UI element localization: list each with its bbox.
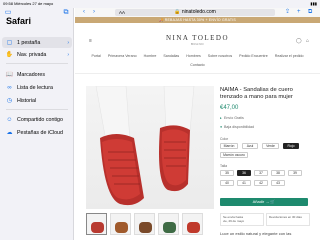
nav-item[interactable]: Primavera Verano xyxy=(108,54,137,58)
site-nav: Portal Primavera Verano Hombre Sandalias… xyxy=(75,54,320,60)
nav-item[interactable]: Pedido Encuentre xyxy=(239,54,268,58)
thumbnail[interactable] xyxy=(134,213,155,235)
size-option[interactable]: 39 xyxy=(288,170,302,176)
sidebar-item-history[interactable]: ◷ Historial xyxy=(2,95,72,106)
safari-sidebar: ▭ ⧉ Safari ▢ 1 pestaña › ✋ Nav. privada … xyxy=(0,8,74,240)
delivery-info-box: Se envía hasta vie, 29 de mayo xyxy=(220,213,264,226)
color-option[interactable]: Marrón oscuro xyxy=(220,152,248,158)
tabs-icon[interactable]: ⧉ xyxy=(308,8,312,17)
size-option[interactable]: 41 xyxy=(237,180,251,186)
stock-info: ● Baja disponibilidad xyxy=(220,125,254,129)
color-option-selected[interactable]: Rojo xyxy=(283,143,299,149)
size-option[interactable]: 37 xyxy=(254,170,268,176)
nav-item[interactable]: Portal xyxy=(91,54,100,58)
site-logo[interactable]: NINA TOLEDO xyxy=(75,34,320,42)
sidebar-item-private[interactable]: ✋ Nav. privada › xyxy=(2,49,72,60)
tab-overview-icon[interactable]: ⧉ xyxy=(62,9,70,16)
thumbnail-strip xyxy=(86,213,214,235)
size-option[interactable]: 40 xyxy=(220,180,234,186)
color-option[interactable]: Marrón xyxy=(220,143,238,149)
nav-item[interactable]: Realizar el pedido xyxy=(275,54,304,58)
sidebar-item-tabs[interactable]: ▢ 1 pestaña › xyxy=(2,37,72,48)
thumbnail[interactable] xyxy=(86,213,107,235)
sidebar-item-label: Marcadores xyxy=(17,71,45,78)
size-option-selected[interactable]: 36 xyxy=(237,170,251,176)
address-bar[interactable]: AA 🔒 ninatoledo.com xyxy=(115,9,275,16)
account-icon[interactable]: ◯ xyxy=(296,38,302,44)
sidebar-title: Safari xyxy=(6,16,32,26)
divider xyxy=(6,63,68,64)
thumbnail[interactable] xyxy=(158,213,179,235)
shipping-info: ▸ Envío Gratis xyxy=(220,116,244,120)
nav-item-contact[interactable]: Contacto xyxy=(75,63,320,67)
sidebar-item-label: Pestañas de iCloud xyxy=(17,129,63,136)
size-option[interactable]: 42 xyxy=(254,180,268,186)
product-title: NAIMA - Sandalias de cuero trenzado a ma… xyxy=(220,87,293,100)
sidebar-item-label: Historial xyxy=(17,97,37,104)
sidebar-item-icloud-tabs[interactable]: ☁ Pestañas de iCloud xyxy=(2,127,72,138)
bookmark-icon: 📖 xyxy=(5,72,14,78)
forward-icon[interactable]: › xyxy=(93,8,95,17)
new-tab-icon[interactable]: + xyxy=(297,8,301,17)
product-price: €47,00 xyxy=(220,105,239,111)
sidebar-item-label: Compartido contigo xyxy=(17,116,63,123)
promo-banner: 🚚 REBAJAS HASTA 30% + ENVÍO GRATIS xyxy=(75,17,320,23)
returns-text: Devoluciones en 30 días xyxy=(269,215,302,219)
sidebar-item-shared[interactable]: ☺ Compartido contigo xyxy=(2,114,72,125)
tab-icon: ▢ xyxy=(6,40,13,46)
share-icon[interactable]: ⇪ xyxy=(285,8,290,17)
sidebar-item-label: 1 pestaña xyxy=(17,39,41,46)
thumbnail[interactable] xyxy=(110,213,131,235)
sidebar-item-label: Lista de lectura xyxy=(17,84,53,91)
cart-icon[interactable]: ⌂ xyxy=(306,38,309,44)
color-option[interactable]: Azul xyxy=(242,143,258,149)
browser-toolbar: ‹ › AA 🔒 ninatoledo.com ⇪ + ⧉ xyxy=(75,8,320,17)
url-text: 🔒 ninatoledo.com xyxy=(174,9,216,15)
returns-info-box: Devoluciones en 30 días xyxy=(266,213,310,226)
nav-item[interactable]: Hombre xyxy=(144,54,157,58)
nav-item[interactable]: Hombres xyxy=(186,54,201,58)
site-logo-sub: BRAND xyxy=(190,42,204,46)
sidebar-item-label: Nav. privada xyxy=(17,51,47,58)
product-description: Luce un estilo natural y elegante con la… xyxy=(220,231,292,236)
size-option[interactable]: 35 xyxy=(220,170,234,176)
thumbnail[interactable] xyxy=(182,213,203,235)
nav-item[interactable]: Sobre nosotros xyxy=(208,54,232,58)
sidebar-toggle-icon[interactable]: ▭ xyxy=(4,9,12,16)
sidebar-item-bookmarks[interactable]: 📖 Marcadores xyxy=(2,69,72,80)
color-option[interactable]: Verde xyxy=(262,143,279,149)
size-option[interactable]: 38 xyxy=(271,170,285,176)
delivery-text: Se envía hasta vie, 29 de mayo xyxy=(223,215,245,223)
color-label: Color xyxy=(220,137,229,141)
size-label: Talla xyxy=(220,164,227,168)
reading-list-icon: ∞ xyxy=(7,84,12,91)
private-tab-icon: ✋ xyxy=(5,52,14,58)
divider xyxy=(6,109,68,110)
status-time: 09:58 Miércoles 27 de mayo xyxy=(3,1,54,6)
product-image[interactable] xyxy=(86,86,214,209)
status-bar: 09:58 Miércoles 27 de mayo ▮▮▮ xyxy=(0,0,320,8)
shared-with-you-icon: ☺ xyxy=(6,116,13,123)
size-option[interactable]: 43 xyxy=(271,180,285,186)
nav-item[interactable]: Sandalias xyxy=(163,54,179,58)
back-icon[interactable]: ‹ xyxy=(83,8,85,17)
battery-icon: ▮▮▮ xyxy=(310,1,317,6)
chevron-right-icon: › xyxy=(67,39,69,46)
chevron-right-icon: › xyxy=(67,51,69,58)
history-icon: ◷ xyxy=(6,98,13,104)
sidebar-item-reading-list[interactable]: ∞ Lista de lectura xyxy=(2,82,72,93)
add-to-cart-button[interactable]: Añadir → 🛒 xyxy=(220,198,308,206)
divider xyxy=(75,73,320,74)
icloud-tabs-icon: ☁ xyxy=(6,130,13,136)
